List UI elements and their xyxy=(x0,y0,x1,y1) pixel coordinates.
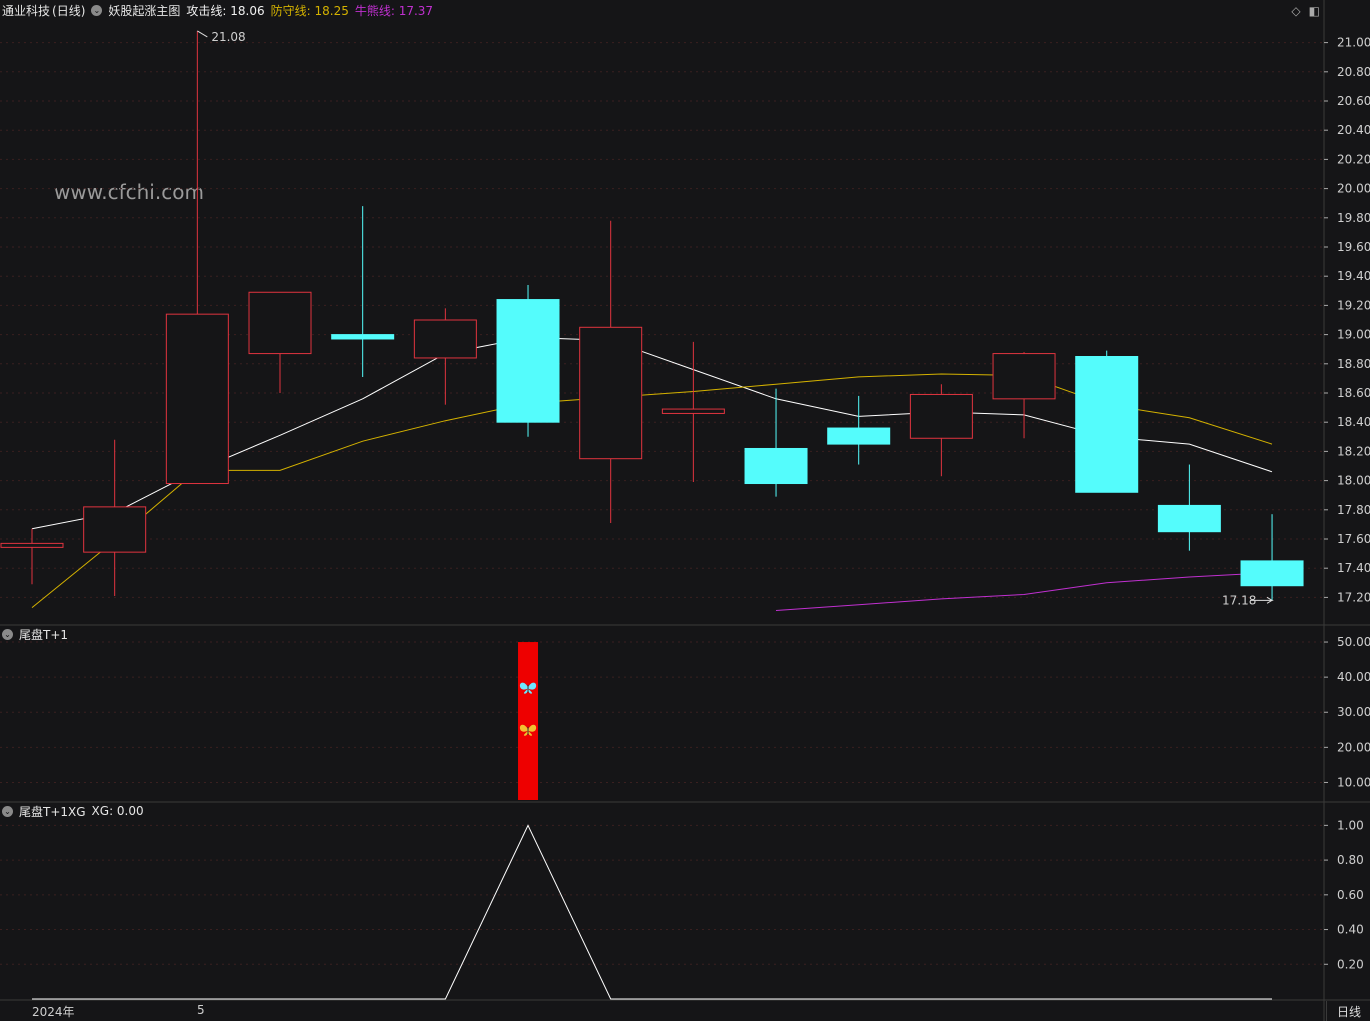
candle-up xyxy=(661,408,725,414)
y-tick-label: 20.40 xyxy=(1337,123,1370,137)
y-tick-label: 40.00 xyxy=(1337,670,1370,684)
y-tick-label: 0.80 xyxy=(1337,853,1364,867)
y-tick-label: 20.00 xyxy=(1337,182,1370,196)
y-tick-label: 18.20 xyxy=(1337,444,1370,458)
y-tick-label: 21.00 xyxy=(1337,36,1370,50)
y-tick-label: 19.80 xyxy=(1337,211,1370,225)
candle-down xyxy=(496,299,560,423)
y-tick-label: 20.60 xyxy=(1337,94,1370,108)
y-tick-label: 19.60 xyxy=(1337,240,1370,254)
y-tick-label: 18.40 xyxy=(1337,415,1370,429)
candle-up xyxy=(165,313,229,485)
xg-series-line xyxy=(32,824,1272,1000)
y-tick-label: 19.20 xyxy=(1337,298,1370,312)
low-price-label: 17.18 xyxy=(1222,593,1256,607)
y-tick-label: 19.40 xyxy=(1337,269,1370,283)
candle-down xyxy=(1075,356,1139,493)
signal-bar xyxy=(518,642,539,800)
candle-down xyxy=(744,447,808,485)
y-tick-label: 18.00 xyxy=(1337,474,1370,488)
y-tick-label: 0.40 xyxy=(1337,923,1364,937)
y-tick-label: 20.80 xyxy=(1337,65,1370,79)
y-tick-label: 30.00 xyxy=(1337,705,1370,719)
y-tick-label: 19.00 xyxy=(1337,328,1370,342)
high-price-label: 21.08 xyxy=(211,30,245,44)
candle-down xyxy=(331,334,395,340)
high-marker-arrow xyxy=(197,30,208,38)
candle-down xyxy=(827,427,891,445)
candle-up xyxy=(579,326,643,460)
time-axis: 2024年 5 xyxy=(0,1001,1370,1021)
y-tick-label: 50.00 xyxy=(1337,635,1370,649)
time-label-year: 2024年 xyxy=(32,1005,75,1019)
candle-up xyxy=(248,291,312,355)
candle-up xyxy=(992,353,1056,400)
y-tick-label: 1.00 xyxy=(1337,818,1364,832)
y-tick-label: 17.60 xyxy=(1337,532,1370,546)
candle-up xyxy=(83,506,147,553)
y-tick-label: 17.20 xyxy=(1337,590,1370,604)
y-tick-label: 18.80 xyxy=(1337,357,1370,371)
series-line-bear xyxy=(775,572,1273,611)
y-tick-label: 18.60 xyxy=(1337,386,1370,400)
candle-up xyxy=(0,542,64,548)
candle-up xyxy=(413,319,477,359)
y-tick-label: 20.20 xyxy=(1337,152,1370,166)
y-tick-label: 0.60 xyxy=(1337,888,1364,902)
candle-up xyxy=(909,393,973,439)
y-tick-label: 17.40 xyxy=(1337,561,1370,575)
time-label-month: 5 xyxy=(197,1003,205,1017)
y-tick-label: 10.00 xyxy=(1337,775,1370,789)
candle-down xyxy=(1240,560,1304,587)
candle-down xyxy=(1157,504,1221,533)
chart-canvas[interactable]: 21.08 17.18 21.00 20.80 20.60 20.40 20.20 20.0… xyxy=(0,0,1370,1021)
y-tick-label: 17.80 xyxy=(1337,503,1370,517)
period-button[interactable]: 日线 xyxy=(1326,1001,1370,1021)
y-tick-label: 0.20 xyxy=(1337,957,1364,971)
y-tick-label: 20.00 xyxy=(1337,740,1370,754)
